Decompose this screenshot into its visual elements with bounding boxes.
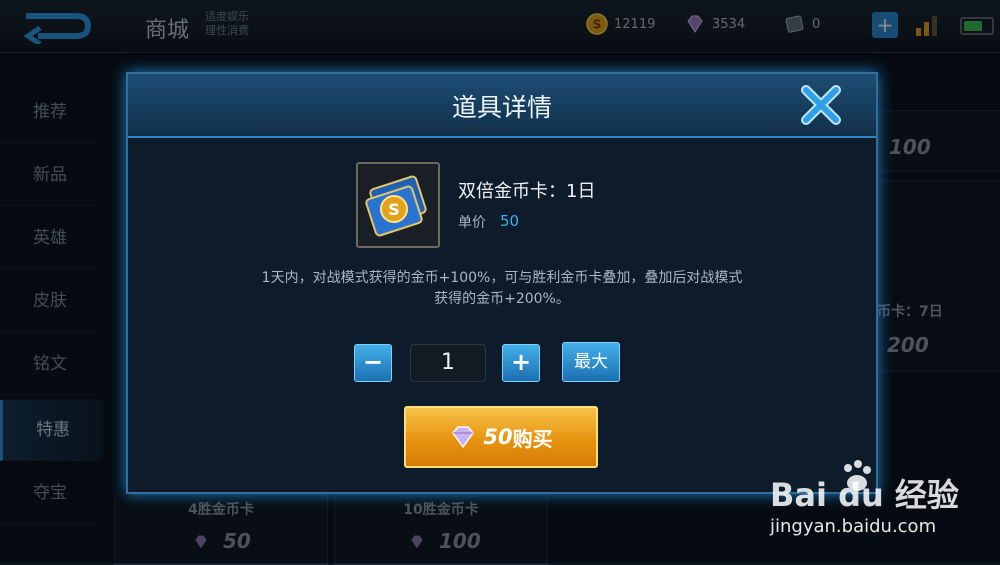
- description-line-1: 1天内，对战模式获得的金币+100%，可与胜利金币卡叠加，叠加后对战模式: [261, 270, 743, 286]
- watermark-url: jingyan.baidu.com: [770, 516, 937, 537]
- increase-quantity-button[interactable]: +: [502, 344, 540, 382]
- quantity-field[interactable]: 1: [410, 344, 486, 382]
- svg-text:S: S: [388, 200, 400, 219]
- buy-label: 购买: [512, 426, 553, 451]
- watermark-logo: Bai du 经验: [770, 476, 959, 514]
- decrease-quantity-button[interactable]: −: [354, 344, 392, 382]
- item-icon: S: [356, 162, 440, 248]
- item-description: 1天内，对战模式获得的金币+100%，可与胜利金币卡叠加，叠加后对战模式 获得的…: [198, 268, 806, 310]
- unit-price-value: 50: [500, 212, 520, 230]
- diamond-icon: [452, 426, 475, 449]
- dialog-title: 道具详情: [451, 93, 552, 122]
- unit-price-label: 单价: [458, 215, 486, 231]
- description-line-2: 获得的金币+200%。: [434, 291, 570, 307]
- buy-price: 50: [483, 425, 513, 449]
- item-detail-dialog: 道具详情 S 双倍金币卡：1日 单价 50 1天内，对战模式获得的金币+100%…: [126, 72, 878, 494]
- buy-button[interactable]: 50 购买: [404, 406, 598, 468]
- item-name: 双倍金币卡：1日: [458, 181, 596, 202]
- max-quantity-button[interactable]: 最大: [562, 342, 620, 382]
- gold-card-icon: S: [365, 175, 427, 237]
- close-icon[interactable]: [798, 82, 844, 128]
